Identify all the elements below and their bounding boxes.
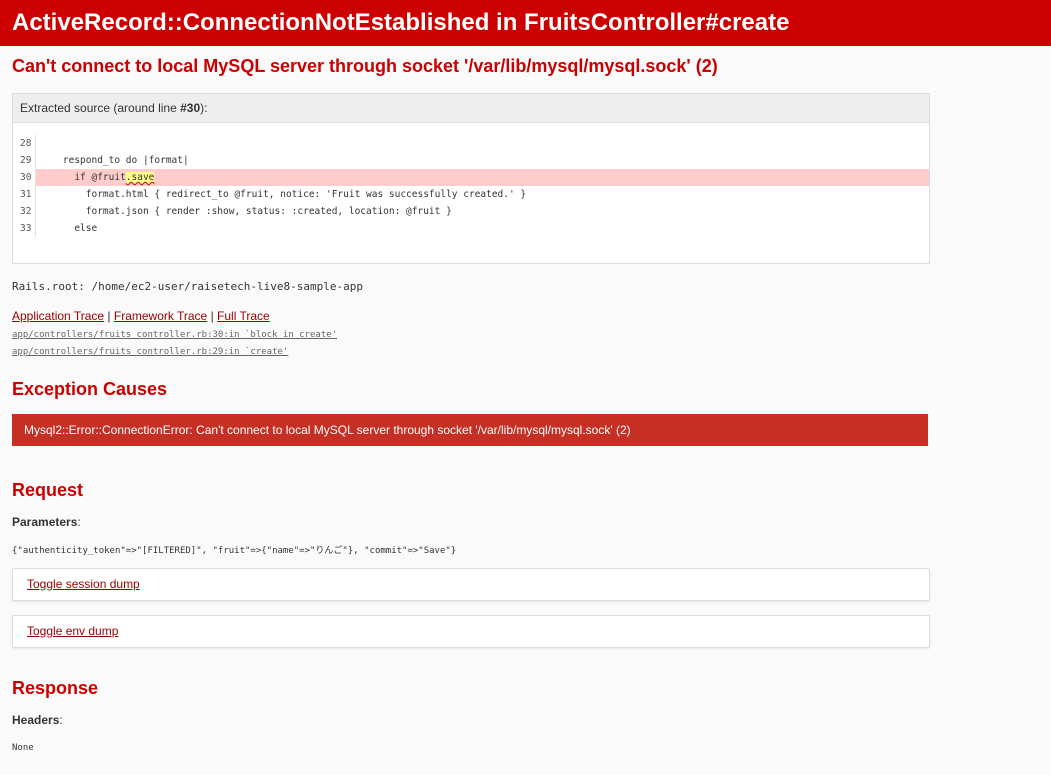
extracted-source-panel: Extracted source (around line #30): 28 2… [12, 93, 930, 264]
toggle-session-dump-link[interactable]: Toggle session dump [27, 577, 140, 591]
source-code: respond_to do |format| if @fruit.save fo… [36, 135, 929, 237]
code-line: format.json { render :show, status: :cre… [40, 206, 452, 217]
headers-value: None [12, 743, 34, 753]
source-header-line: #30 [180, 101, 201, 115]
line-number: 33 [20, 223, 32, 234]
headers-label-text: Headers [12, 713, 60, 727]
line-number: 29 [20, 155, 32, 166]
trace-line[interactable]: app/controllers/fruits_controller.rb:29:… [12, 344, 1039, 361]
response-title: Response [12, 678, 99, 698]
page-title: ActiveRecord::ConnectionNotEstablished i… [12, 9, 790, 36]
parameters-label-text: Parameters [12, 515, 78, 529]
env-dump-panel: Toggle env dump [12, 615, 930, 648]
source-body: 28 29 30 31 32 33 respond_to do |format|… [13, 123, 929, 263]
error-marker: .save [125, 172, 155, 183]
framework-trace-link[interactable]: Framework Trace [114, 309, 207, 323]
line-number: 31 [20, 189, 32, 200]
code-line: format.html { redirect_to @fruit, notice… [40, 189, 527, 200]
parameters-label: Parameters: [12, 515, 1039, 529]
trace-line[interactable]: app/controllers/fruits_controller.rb:30:… [12, 327, 1039, 344]
application-trace-link[interactable]: Application Trace [12, 309, 104, 323]
source-header-suffix: ): [200, 101, 208, 115]
code-line-highlighted: if @fruit.save [36, 169, 929, 186]
full-trace-link[interactable]: Full Trace [217, 309, 270, 323]
rails-root: Rails.root: /home/ec2-user/raisetech-liv… [12, 280, 363, 293]
parameters-label-colon: : [77, 515, 81, 529]
code-line: else [40, 223, 98, 234]
code-line-pre: if @fruit [40, 172, 126, 183]
line-number: 30 [20, 172, 32, 183]
trace-lines: app/controllers/fruits_controller.rb:30:… [12, 327, 1039, 361]
headers-label-colon: : [59, 713, 63, 727]
main-content: Can't connect to local MySQL server thro… [0, 56, 1051, 753]
line-number: 32 [20, 206, 32, 217]
headers-label: Headers: [12, 713, 1039, 727]
session-dump-panel: Toggle session dump [12, 568, 930, 601]
error-header: ActiveRecord::ConnectionNotEstablished i… [0, 0, 1051, 46]
trace-links: Application Trace | Framework Trace | Fu… [12, 309, 1039, 323]
error-message: Can't connect to local MySQL server thro… [12, 56, 718, 76]
trace-separator: | [210, 309, 214, 323]
toggle-env-dump-link[interactable]: Toggle env dump [27, 624, 118, 638]
extracted-source-header: Extracted source (around line #30): [13, 94, 929, 123]
code-line: respond_to do |format| [40, 155, 189, 166]
source-header-prefix: Extracted source (around line [20, 101, 181, 115]
line-numbers: 28 29 30 31 32 33 [13, 135, 36, 237]
parameters-value: {"authenticity_token"=>"[FILTERED]", "fr… [12, 546, 457, 556]
request-title: Request [12, 480, 84, 500]
exception-causes-title: Exception Causes [12, 379, 168, 399]
exception-cause-box: Mysql2::Error::ConnectionError: Can't co… [12, 414, 928, 446]
line-number: 28 [20, 138, 32, 149]
trace-separator: | [107, 309, 111, 323]
